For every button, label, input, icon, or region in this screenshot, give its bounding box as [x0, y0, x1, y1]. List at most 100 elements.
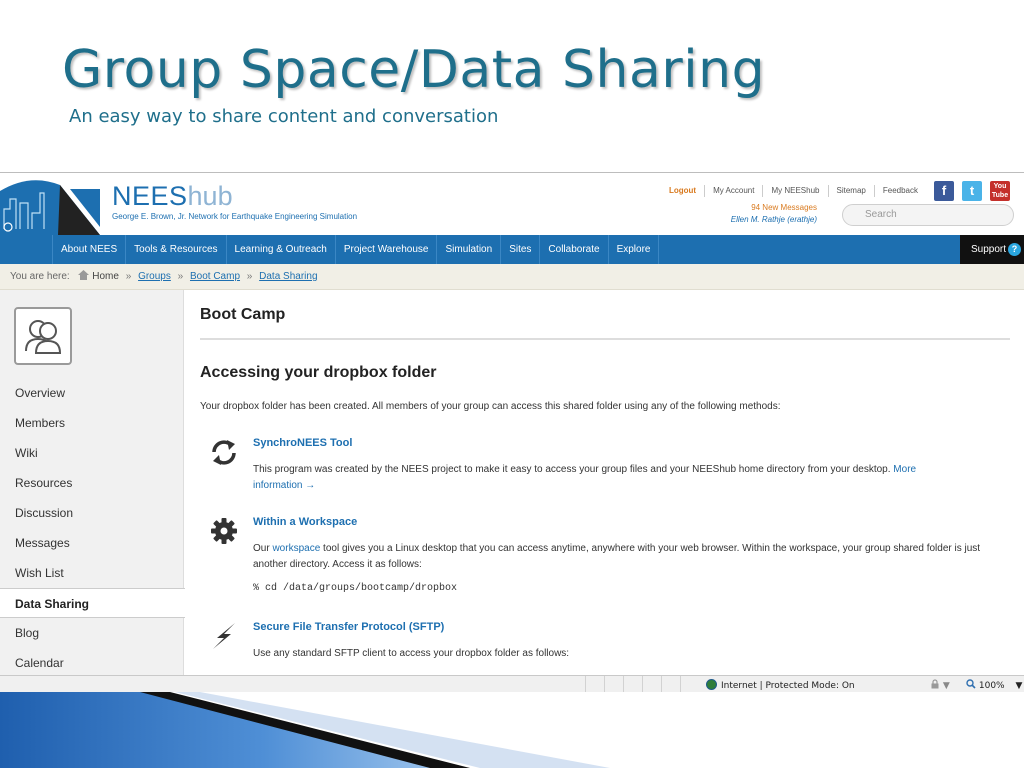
sidebar-item-overview[interactable]: Overview: [0, 378, 184, 408]
main-content: Boot Camp Accessing your dropbox folder …: [200, 290, 1010, 692]
nav-learning-outreach[interactable]: Learning & Outreach: [227, 235, 336, 264]
status-divider: [680, 676, 681, 692]
more-information-link[interactable]: information →: [253, 480, 315, 491]
status-divider: [661, 676, 662, 692]
sidebar-item-blog[interactable]: Blog: [0, 618, 184, 648]
method-sftp: Secure File Transfer Protocol (SFTP) Use…: [213, 621, 983, 662]
site-tagline: George E. Brown, Jr. Network for Earthqu…: [112, 212, 358, 221]
nav-simulation[interactable]: Simulation: [437, 235, 502, 264]
nav-explore[interactable]: Explore: [609, 235, 660, 264]
nav-tools-resources[interactable]: Tools & Resources: [126, 235, 227, 264]
user-name-link[interactable]: Ellen M. Rathje (erathje): [704, 215, 817, 224]
nees-logo-icon: [0, 180, 100, 235]
brand-main: NEES: [112, 181, 188, 211]
breadcrumb: You are here: Home » Groups » Boot Camp …: [0, 264, 1024, 290]
sync-arrows-icon: [212, 440, 236, 465]
breadcrumb-separator: »: [125, 271, 132, 282]
group-sidebar: Overview Members Wiki Resources Discussi…: [0, 290, 185, 692]
browser-screenshot: NEEShub George E. Brown, Jr. Network for…: [0, 172, 1024, 692]
sidebar-menu: Overview Members Wiki Resources Discussi…: [0, 378, 185, 678]
sidebar-item-data-sharing[interactable]: Data Sharing: [0, 588, 185, 618]
slide: Group Space/Data Sharing An easy way to …: [0, 0, 1024, 768]
method-title[interactable]: SynchroNEES Tool: [253, 437, 983, 449]
section-heading: Accessing your dropbox folder: [200, 364, 437, 381]
facebook-icon[interactable]: f: [934, 181, 954, 201]
new-messages-link[interactable]: 94 New Messages: [719, 203, 817, 212]
security-zone[interactable]: Internet | Protected Mode: On: [706, 679, 855, 691]
breadcrumb-separator: »: [177, 271, 184, 282]
sidebar-item-wish-list[interactable]: Wish List: [0, 558, 184, 588]
workspace-link[interactable]: workspace: [272, 543, 320, 554]
zoom-icon: [966, 679, 976, 689]
group-avatar: [14, 307, 72, 365]
youtube-icon-line-1: You: [993, 183, 1007, 190]
lightning-icon: [213, 623, 235, 649]
method-description: Use any standard SFTP client to access y…: [253, 648, 570, 659]
browser-status-bar: Internet | Protected Mode: On ▼ 100% ▼: [0, 675, 1024, 692]
chevron-down-icon: ▼: [1015, 681, 1023, 691]
sitemap-link[interactable]: Sitemap: [827, 185, 874, 197]
youtube-icon-line-2: Tube: [991, 192, 1009, 199]
breadcrumb-home[interactable]: Home: [92, 271, 119, 282]
nav-collaborate[interactable]: Collaborate: [540, 235, 609, 264]
top-links: Logout My Account My NEEShub Sitemap Fee…: [661, 181, 1010, 201]
group-people-icon: [25, 320, 62, 354]
zoom-control[interactable]: 100% ▼: [966, 679, 1022, 691]
zoom-level: 100%: [978, 681, 1005, 691]
method-title[interactable]: Within a Workspace: [253, 516, 983, 528]
slide-decoration: [0, 692, 610, 768]
breadcrumb-data-sharing[interactable]: Data Sharing: [259, 271, 317, 282]
globe-icon: [706, 679, 717, 690]
method-description: This program was created by the NEES pro…: [253, 462, 983, 494]
protected-mode-dropdown[interactable]: ▼: [930, 679, 950, 691]
breadcrumb-prefix: You are here:: [10, 271, 70, 282]
sidebar-item-members[interactable]: Members: [0, 408, 184, 438]
my-neeshub-link[interactable]: My NEEShub: [762, 185, 827, 197]
nav-sites[interactable]: Sites: [501, 235, 541, 264]
breadcrumb-separator: »: [246, 271, 253, 282]
sidebar-item-calendar[interactable]: Calendar: [0, 648, 184, 678]
chevron-down-icon: ▼: [942, 681, 950, 691]
site-header: NEEShub George E. Brown, Jr. Network for…: [0, 173, 1024, 235]
lock-icon: [931, 679, 939, 689]
youtube-icon[interactable]: You Tube: [990, 181, 1010, 201]
main-nav: About NEES Tools & Resources Learning & …: [0, 235, 1024, 264]
twitter-icon[interactable]: t: [962, 181, 982, 201]
command-example: % cd /data/groups/bootcamp/dropbox: [253, 583, 458, 594]
my-account-link[interactable]: My Account: [704, 185, 762, 197]
support-label: Support: [970, 244, 1006, 255]
feedback-link[interactable]: Feedback: [873, 185, 926, 197]
nav-about-nees[interactable]: About NEES: [52, 235, 127, 264]
status-divider: [623, 676, 624, 692]
sidebar-item-messages[interactable]: Messages: [0, 528, 184, 558]
help-icon: ?: [1008, 243, 1021, 256]
brand-sub: hub: [187, 181, 233, 211]
sidebar-item-wiki[interactable]: Wiki: [0, 438, 184, 468]
breadcrumb-boot-camp[interactable]: Boot Camp: [190, 271, 240, 282]
home-icon: [78, 270, 90, 280]
method-text-before: Our: [253, 543, 270, 554]
sidebar-item-resources[interactable]: Resources: [0, 468, 184, 498]
site-brand[interactable]: NEEShub: [112, 181, 233, 212]
search-input[interactable]: Search: [842, 204, 1014, 226]
method-text: This program was created by the NEES pro…: [253, 464, 891, 475]
method-synchronees: SynchroNEES Tool This program was create…: [212, 437, 983, 494]
status-divider: [642, 676, 643, 692]
method-text-after: tool gives you a Linux desktop that you …: [253, 543, 981, 570]
status-divider: [604, 676, 605, 692]
support-button[interactable]: Support ?: [960, 235, 1024, 264]
sidebar-item-discussion[interactable]: Discussion: [0, 498, 184, 528]
breadcrumb-groups[interactable]: Groups: [138, 271, 171, 282]
security-zone-label: Internet | Protected Mode: On: [721, 681, 855, 691]
page-title: Boot Camp: [200, 306, 286, 323]
slide-title: Group Space/Data Sharing: [62, 40, 766, 100]
heading-divider: [200, 338, 1010, 340]
method-description: Our workspace tool gives you a Linux des…: [253, 541, 983, 573]
logout-link[interactable]: Logout: [661, 185, 704, 197]
slide-subtitle: An easy way to share content and convers…: [69, 106, 499, 127]
method-title[interactable]: Secure File Transfer Protocol (SFTP): [253, 621, 983, 633]
gear-icon: [211, 518, 237, 544]
nav-project-warehouse[interactable]: Project Warehouse: [336, 235, 438, 264]
status-divider: [585, 676, 586, 692]
more-link[interactable]: More: [893, 464, 916, 475]
